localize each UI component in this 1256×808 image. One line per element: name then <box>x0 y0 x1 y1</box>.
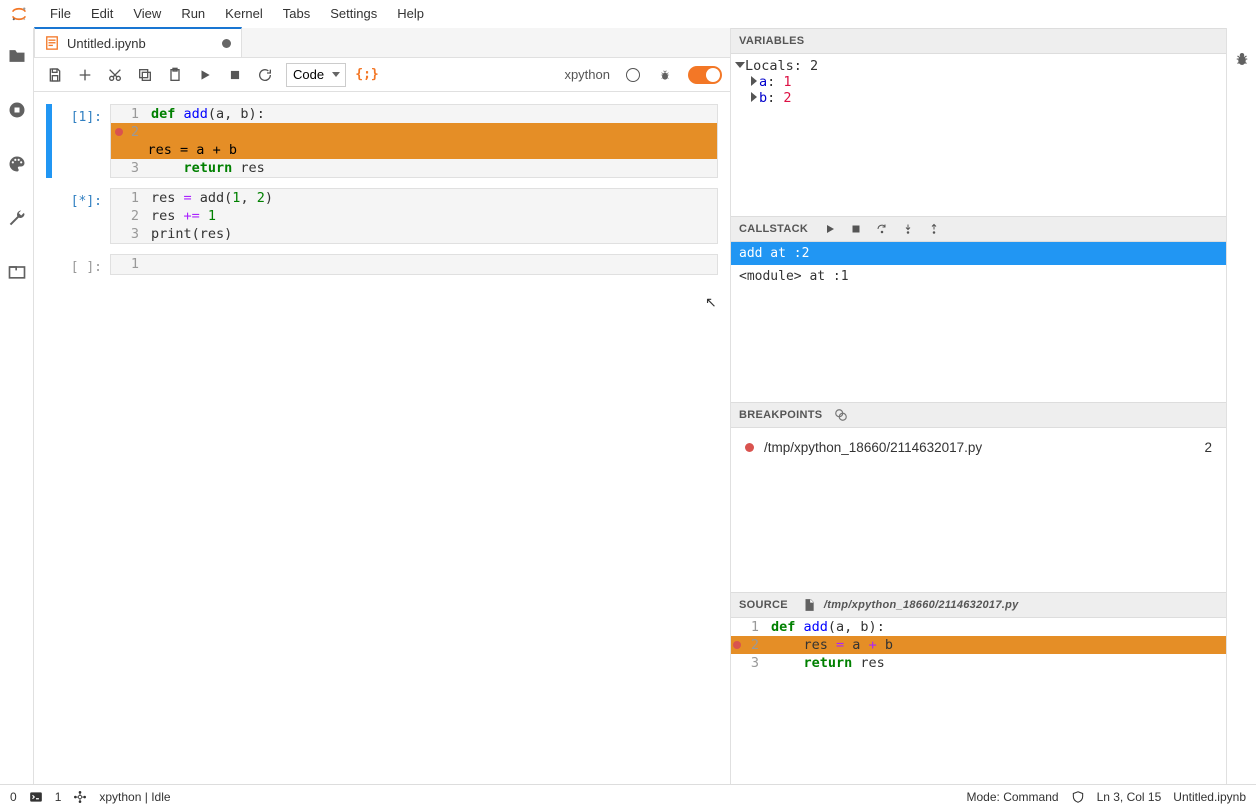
variable-row[interactable]: b: 2 <box>751 90 1220 106</box>
variable-row[interactable]: a: 1 <box>751 74 1220 90</box>
debug-toggle[interactable] <box>688 66 722 84</box>
code-cell[interactable]: [ ]:1 <box>46 254 718 275</box>
status-filename[interactable]: Untitled.ipynb <box>1173 790 1246 804</box>
code-line[interactable]: res = a + b <box>111 141 717 159</box>
folder-icon[interactable] <box>7 46 27 66</box>
source-path: /tmp/xpython_18660/2114632017.py <box>824 599 1019 611</box>
code-line[interactable]: def add(a, b): <box>147 105 717 123</box>
stop-button[interactable] <box>222 62 248 88</box>
status-counter-0[interactable]: 0 <box>10 790 17 804</box>
source-line: res = a + b <box>767 636 1226 654</box>
variables-header: VARIABLES <box>731 28 1226 54</box>
menu-settings[interactable]: Settings <box>320 2 387 25</box>
callstack-body[interactable]: add at :2<module> at :1 <box>731 242 1226 402</box>
jupyter-logo <box>8 3 30 25</box>
stop-debug-icon[interactable] <box>850 223 862 235</box>
activity-bar <box>0 28 34 784</box>
cell-prompt: [ ]: <box>54 254 110 275</box>
debugger-tab-icon[interactable] <box>1233 50 1251 68</box>
step-over-icon[interactable] <box>876 223 888 235</box>
breakpoint-icon[interactable] <box>115 128 123 136</box>
code-line[interactable]: res = add(1, 2) <box>147 189 717 207</box>
notebook-panel: Untitled.ipynb Code {;} xpython <box>34 28 731 784</box>
breakpoint-icon[interactable] <box>733 641 741 649</box>
tab-bar: Untitled.ipynb <box>34 28 730 58</box>
wrench-icon[interactable] <box>7 208 27 228</box>
cells-container[interactable]: [1]:1def add(a, b):2 res = a + b3 return… <box>34 92 730 784</box>
copy-button[interactable] <box>132 62 158 88</box>
code-line[interactable]: print(res) <box>147 225 717 243</box>
right-activity-bar <box>1226 28 1256 784</box>
save-button[interactable] <box>42 62 68 88</box>
bug-icon <box>658 68 672 82</box>
lsp-icon[interactable] <box>73 790 87 804</box>
tabs-icon[interactable] <box>7 262 27 282</box>
source-line: return res <box>767 654 1226 672</box>
caret-right-icon[interactable] <box>751 76 757 86</box>
cell-prompt: [1]: <box>54 104 110 178</box>
caret-down-icon[interactable] <box>735 62 745 68</box>
kernel-status[interactable]: xpython | Idle <box>99 790 170 804</box>
cut-button[interactable] <box>102 62 128 88</box>
palette-icon[interactable] <box>7 154 27 174</box>
menu-edit[interactable]: Edit <box>81 2 123 25</box>
menu-run[interactable]: Run <box>171 2 215 25</box>
file-icon <box>802 598 816 612</box>
callstack-header: CALLSTACK <box>731 216 1226 242</box>
code-line[interactable] <box>147 255 717 273</box>
cell-prompt: [*]: <box>54 188 110 244</box>
status-counter-1[interactable]: 1 <box>55 790 62 804</box>
menu-file[interactable]: File <box>40 2 81 25</box>
paste-button[interactable] <box>162 62 188 88</box>
restart-button[interactable] <box>252 62 278 88</box>
step-into-icon[interactable] <box>902 223 914 235</box>
breakpoint-icon <box>745 443 754 452</box>
callstack-frame[interactable]: add at :2 <box>731 242 1226 265</box>
step-out-icon[interactable] <box>928 223 940 235</box>
run-button[interactable] <box>192 62 218 88</box>
notebook-toolbar: Code {;} xpython <box>34 58 730 92</box>
unsaved-indicator-icon <box>222 39 231 48</box>
cell-type-select[interactable]: Code <box>286 63 346 87</box>
breakpoint-row[interactable]: /tmp/xpython_18660/2114632017.py2 <box>737 432 1220 463</box>
code-cell[interactable]: [*]:1res = add(1, 2)2res += 13print(res) <box>46 188 718 244</box>
source-line: def add(a, b): <box>767 618 1226 636</box>
breakpoints-body[interactable]: /tmp/xpython_18660/2114632017.py2 <box>731 428 1226 592</box>
caret-right-icon[interactable] <box>751 92 757 102</box>
trusted-icon[interactable] <box>1071 790 1085 804</box>
code-cell[interactable]: [1]:1def add(a, b):2 res = a + b3 return… <box>46 104 718 178</box>
cursor-position[interactable]: Ln 3, Col 15 <box>1097 790 1162 804</box>
status-bar: 0 1 xpython | Idle Mode: Command Ln 3, C… <box>0 784 1256 808</box>
notebook-icon <box>45 36 59 50</box>
notebook-tab[interactable]: Untitled.ipynb <box>34 27 242 57</box>
menu-help[interactable]: Help <box>387 2 434 25</box>
terminal-icon[interactable] <box>29 790 43 804</box>
add-cell-button[interactable] <box>72 62 98 88</box>
kernel-status-icon[interactable] <box>626 68 640 82</box>
source-body[interactable]: 1def add(a, b):2 res = a + b3 return res <box>731 618 1226 784</box>
debugger-code-icon[interactable]: {;} <box>354 62 380 88</box>
menu-view[interactable]: View <box>123 2 171 25</box>
code-line[interactable]: return res <box>147 159 717 177</box>
mode-indicator[interactable]: Mode: Command <box>967 790 1059 804</box>
tab-title: Untitled.ipynb <box>67 36 146 51</box>
kernel-name[interactable]: xpython <box>564 67 616 82</box>
callstack-frame[interactable]: <module> at :1 <box>731 265 1226 288</box>
clear-breakpoints-icon[interactable] <box>834 408 848 422</box>
menu-kernel[interactable]: Kernel <box>215 2 273 25</box>
menu-tabs[interactable]: Tabs <box>273 2 320 25</box>
source-header: SOURCE /tmp/xpython_18660/2114632017.py <box>731 592 1226 618</box>
breakpoints-header: BREAKPOINTS <box>731 402 1226 428</box>
variables-body[interactable]: Locals: 2 a: 1b: 2 <box>731 54 1226 216</box>
continue-icon[interactable] <box>824 223 836 235</box>
running-icon[interactable] <box>7 100 27 120</box>
menu-bar: FileEditViewRunKernelTabsSettingsHelp <box>0 0 1256 28</box>
code-line[interactable]: res += 1 <box>147 207 717 225</box>
debugger-panel: VARIABLES Locals: 2 a: 1b: 2 CALLSTACK a… <box>731 28 1226 784</box>
